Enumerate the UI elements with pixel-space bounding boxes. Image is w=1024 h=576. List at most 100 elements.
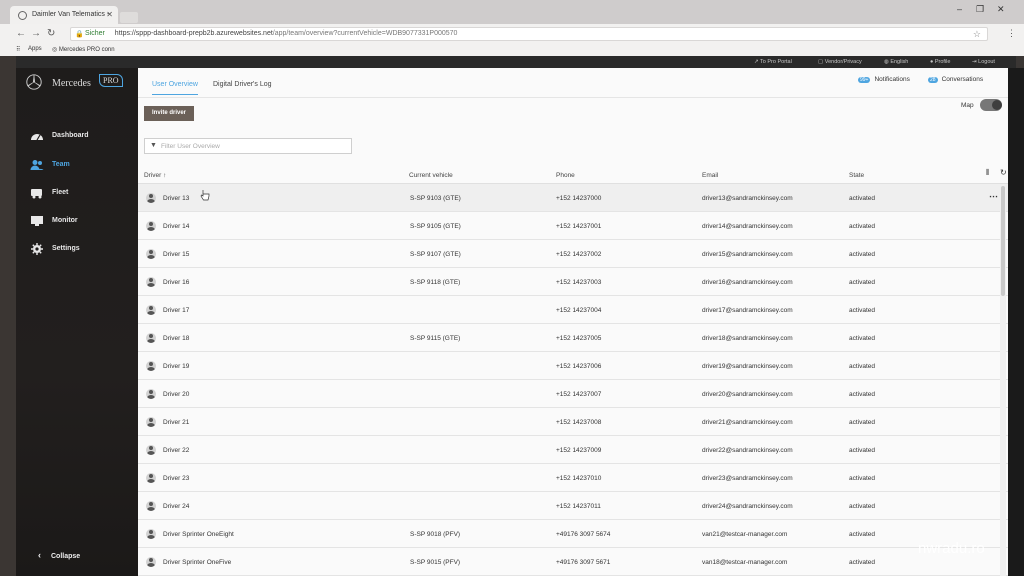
cell-driver: Driver 20	[163, 391, 190, 398]
cell-driver: Driver 16	[163, 279, 190, 286]
cell-email: driver14@sandramckinsey.com	[702, 223, 793, 230]
map-toggle[interactable]	[980, 99, 1002, 111]
topbar-pro-portal[interactable]: ↗ To Pro Portal	[754, 59, 792, 65]
table-row[interactable]: Driver 22 +152 14237009 driver22@sandramck…	[138, 436, 1008, 464]
app-top-bar: ↗ To Pro Portal ▢ Vendor/Privacy ◍ Engli…	[16, 56, 1016, 68]
cell-driver: Driver 23	[163, 475, 190, 482]
cell-state: activated	[849, 307, 876, 314]
invite-driver-button[interactable]: Invite driver	[144, 106, 194, 121]
column-header-driver[interactable]: Driver ↑	[144, 172, 166, 179]
refresh-icon[interactable]: ↻	[1000, 168, 1007, 177]
table-row[interactable]: Driver 19 +152 14237006 driver19@sandramck…	[138, 352, 1008, 380]
cell-email: driver13@sandramckinsey.com	[702, 195, 793, 202]
mercedes-star-icon	[26, 74, 42, 90]
row-menu-icon[interactable]: ⋯	[989, 191, 998, 202]
url-path: /app/team/overview?currentVehicle=WDB907…	[272, 30, 458, 37]
cell-driver: Driver 24	[163, 503, 190, 510]
close-icon[interactable]: ✕	[106, 10, 113, 19]
column-header-state[interactable]: State	[849, 172, 864, 179]
bookmarks-bar: ⠿ Apps ◎ Mercedes PRO conn	[0, 44, 1024, 56]
mercedes-star-icon	[18, 11, 27, 20]
columns-icon[interactable]: ⦀	[986, 168, 990, 178]
avatar	[146, 249, 156, 259]
window-close-icon[interactable]: ✕	[997, 4, 1005, 15]
scrollbar-thumb[interactable]	[1001, 186, 1005, 296]
minimize-icon[interactable]: –	[957, 4, 962, 14]
column-header-email[interactable]: Email	[702, 172, 718, 179]
cell-vehicle: S-SP 9115 (GTE)	[410, 335, 461, 342]
cell-email: driver16@sandramckinsey.com	[702, 279, 793, 286]
apps-grid-icon[interactable]: ⠿	[16, 46, 20, 53]
topbar-language[interactable]: ◍ English	[884, 59, 908, 65]
column-header-vehicle[interactable]: Current vehicle	[409, 172, 453, 179]
van-icon	[31, 189, 42, 199]
table-row[interactable]: Driver 13 S-SP 9103 (GTE) +152 14237000 dri…	[138, 184, 1008, 212]
avatar	[146, 221, 156, 231]
watermark: nwradu.ro	[918, 540, 985, 557]
main-content: User Overview Digital Driver's Log 99+ No…	[138, 68, 1008, 576]
cell-state: activated	[849, 251, 876, 258]
conversations-link[interactable]: 28 Conversations	[928, 76, 983, 83]
new-tab-button[interactable]	[120, 12, 138, 23]
map-toggle-label: Map	[961, 102, 974, 109]
cell-driver: Driver Sprinter OneFive	[163, 559, 232, 566]
table-row[interactable]: Driver 16 S-SP 9118 (GTE) +152 14237003 dri…	[138, 268, 1008, 296]
avatar	[146, 557, 156, 567]
table-row[interactable]: Driver 20 +152 14237007 driver20@sandramck…	[138, 380, 1008, 408]
filter-input[interactable]	[161, 140, 349, 152]
cell-driver: Driver 13	[163, 195, 190, 202]
gear-icon	[31, 243, 43, 255]
browser-tab[interactable]: Daimler Van Telematics - ✕	[10, 6, 118, 24]
filter-box: ▼	[144, 138, 352, 154]
cell-state: activated	[849, 223, 876, 230]
back-icon[interactable]: ←	[16, 28, 26, 39]
cell-phone: +152 14237001	[556, 223, 602, 230]
table-row[interactable]: Driver 15 S-SP 9107 (GTE) +152 14237002 dri…	[138, 240, 1008, 268]
map-toggle-knob	[992, 100, 1002, 110]
sidebar: Mercedes PRO Dashboard Team Fleet Monito…	[16, 68, 138, 576]
forward-icon[interactable]: →	[31, 28, 41, 39]
mouse-cursor-icon	[200, 190, 210, 201]
cell-driver: Driver 19	[163, 363, 190, 370]
cell-vehicle: S-SP 9105 (GTE)	[410, 223, 461, 230]
table-row[interactable]: Driver 23 +152 14237010 driver23@sandramck…	[138, 464, 1008, 492]
cell-state: activated	[849, 279, 876, 286]
cell-email: driver19@sandramckinsey.com	[702, 363, 793, 370]
table-row[interactable]: Driver 24 +152 14237011 driver24@sandramck…	[138, 492, 1008, 520]
table-scrollbar[interactable]	[1000, 184, 1006, 576]
cell-vehicle: S-SP 9118 (GTE)	[410, 279, 461, 286]
topbar-vendor-privacy[interactable]: ▢ Vendor/Privacy	[818, 59, 862, 65]
tab-digital-drivers-log[interactable]: Digital Driver's Log	[213, 81, 272, 94]
reload-icon[interactable]: ↻	[47, 28, 55, 39]
column-header-phone[interactable]: Phone	[556, 172, 575, 179]
collapse-button[interactable]: ‹ Collapse	[38, 550, 80, 560]
avatar	[146, 193, 156, 203]
bookmark-apps[interactable]: Apps	[28, 46, 42, 52]
bookmark-star-icon[interactable]: ☆	[973, 29, 981, 40]
cell-phone: +152 14237010	[556, 475, 602, 482]
table-row[interactable]: Driver 17 +152 14237004 driver17@sandramck…	[138, 296, 1008, 324]
bookmark-mercedes-pro[interactable]: ◎ Mercedes PRO conn	[52, 46, 115, 53]
tab-user-overview[interactable]: User Overview	[152, 81, 198, 95]
cell-phone: +152 14237000	[556, 195, 602, 202]
cell-email: van18@testcar-manager.com	[702, 559, 788, 566]
maximize-icon[interactable]: ❐	[976, 4, 984, 15]
table-row[interactable]: Driver 21 +152 14237008 driver21@sandramck…	[138, 408, 1008, 436]
topbar-logout[interactable]: ⇥ Logout	[972, 59, 995, 65]
notifications-link[interactable]: 99+ Notifications	[858, 76, 910, 83]
cell-phone: +49176 3097 5671	[556, 559, 611, 566]
url-bar[interactable]: 🔒 Sicher https://sppp-dashboard-prepb2b.…	[70, 27, 988, 41]
browser-toolbar: ← → ↻ 🔒 Sicher https://sppp-dashboard-pr…	[0, 24, 1024, 44]
cell-email: driver22@sandramckinsey.com	[702, 447, 793, 454]
cell-phone: +152 14237011	[556, 503, 601, 510]
table-row[interactable]: Driver Sprinter OneEight S-SP 9018 (PFV) +…	[138, 520, 1008, 548]
table-row[interactable]: Driver 18 S-SP 9115 (GTE) +152 14237005 dri…	[138, 324, 1008, 352]
screen-bezel-right	[1008, 68, 1024, 576]
topbar-profile[interactable]: ● Profile	[930, 59, 950, 65]
cell-driver: Driver 22	[163, 447, 190, 454]
table-row[interactable]: Driver Sprinter OneFive S-SP 9015 (PFV) +4…	[138, 548, 1008, 576]
cell-driver: Driver 18	[163, 335, 190, 342]
cell-phone: +152 14237004	[556, 307, 602, 314]
browser-menu-icon[interactable]: ⋮	[1007, 28, 1016, 39]
table-row[interactable]: Driver 14 S-SP 9105 (GTE) +152 14237001 dri…	[138, 212, 1008, 240]
